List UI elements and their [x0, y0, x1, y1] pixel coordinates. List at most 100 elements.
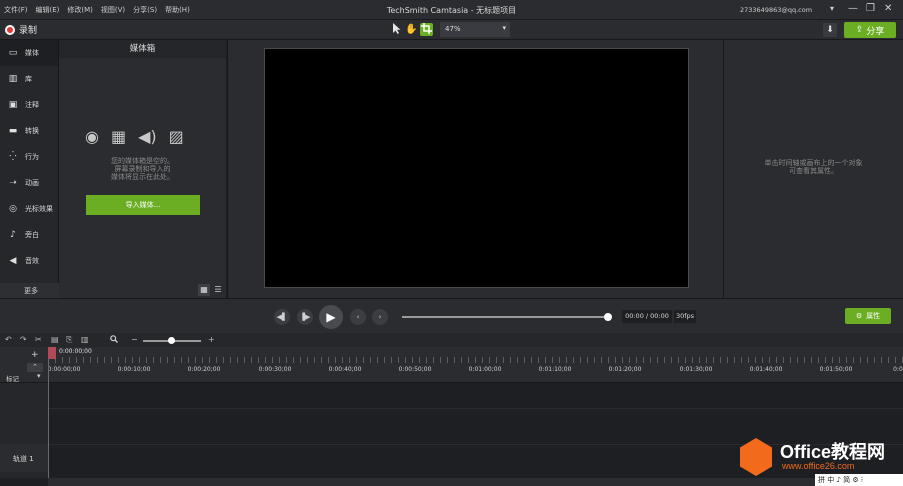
collapse-icon[interactable]: ⌃	[27, 363, 43, 372]
empty-line: 您的媒体箱是空的。	[111, 157, 174, 165]
sidebar-item-label: 注释	[25, 101, 39, 109]
share-label: 分享	[866, 26, 885, 37]
watermark: Office教程网 www.office26.com	[740, 438, 900, 478]
zoom-value: 47%	[445, 25, 461, 33]
empty-line: 单击时间轴或画布上的一个对象	[764, 159, 863, 167]
marker-dropdown-icon[interactable]: ▾	[37, 372, 41, 380]
fps-display: 30fps	[674, 310, 696, 323]
title-bar: 文件(F) 编辑(E) 修改(M) 视图(V) 分享(S) 帮助(H) Tech…	[0, 0, 903, 20]
sidebar-item-label: 转换	[25, 127, 39, 135]
crop-tool-icon[interactable]	[420, 23, 433, 36]
image-icon: ▨	[168, 127, 184, 146]
copy-icon[interactable]: ▤	[51, 335, 59, 344]
zoom-icon	[110, 335, 118, 345]
playhead-line	[48, 347, 49, 478]
canvas-area	[227, 40, 724, 298]
zoom-out-icon[interactable]: −	[131, 335, 138, 344]
animation-icon: ➝	[9, 178, 17, 188]
sidebar-item-media[interactable]: ▭ 媒体	[0, 40, 58, 66]
account-dropdown-icon[interactable]: ▾	[830, 4, 834, 13]
select-tool-icon[interactable]	[390, 23, 403, 36]
list-view-icon[interactable]: ☰	[212, 284, 224, 296]
sidebar-item-voice-narration[interactable]: ♪ 旁白	[0, 222, 58, 248]
record-button[interactable]: 录制	[5, 23, 37, 36]
microphone-icon: ♪	[10, 230, 16, 240]
sidebar-item-behaviors[interactable]: ⁛ 行为	[0, 144, 58, 170]
timeline-scrollbar[interactable]	[48, 478, 903, 486]
sidebar-item-annotations[interactable]: ▣ 注释	[0, 92, 58, 118]
properties-button[interactable]: ⚙ 属性	[845, 308, 891, 324]
account-name[interactable]: 2733649863@qq.com	[740, 6, 812, 14]
download-icon[interactable]: ⬇	[823, 23, 837, 37]
media-type-icons: ◉ ▦ ◀) ▨	[85, 127, 184, 146]
transition-icon: ▬	[8, 126, 18, 136]
chevron-down-icon: ▾	[502, 24, 506, 32]
paste-icon[interactable]: ⎘	[66, 335, 72, 345]
media-bin-panel: 媒体箱 ◉ ▦ ◀) ▨ 您的媒体箱是空的。 屏幕录制和导入的 媒体将显示在此处…	[59, 40, 226, 298]
add-track-icon[interactable]: +	[31, 350, 39, 360]
close-button[interactable]: ✕	[884, 3, 892, 14]
empty-line: 屏幕录制和导入的	[114, 165, 171, 173]
playhead-handle[interactable]	[48, 347, 56, 359]
sidebar-item-transitions[interactable]: ▬ 转换	[0, 118, 58, 144]
sidebar-item-cursor-effects[interactable]: ◎ 光标效果	[0, 196, 58, 222]
behavior-icon: ⁛	[9, 152, 17, 162]
library-icon: ▥	[8, 74, 18, 84]
timeline-zoom-handle[interactable]	[168, 337, 175, 344]
media-icon: ▭	[8, 48, 18, 58]
speaker-icon: ◀	[9, 256, 17, 266]
record-label: 录制	[19, 26, 38, 36]
scrubber-handle[interactable]	[604, 313, 612, 321]
sidebar-item-label: 旁白	[25, 231, 39, 239]
sidebar-item-label: 行为	[25, 153, 39, 161]
watermark-url: www.office26.com	[782, 461, 855, 471]
playhead-time: 0:00:00;00	[59, 348, 92, 355]
media-bin-title: 媒体箱	[59, 40, 226, 58]
zoom-select[interactable]: 47% ▾	[440, 22, 510, 37]
sidebar-item-animations[interactable]: ➝ 动画	[0, 170, 58, 196]
redo-icon[interactable]: ↷	[20, 335, 27, 344]
tools-sidebar: ▭ 媒体 ▥ 库 ▣ 注释 ▬ 转换 ⁛ 行为 ➝ 动画 ◎ 光标效果 ♪ 旁白…	[0, 40, 59, 298]
grid-view-icon[interactable]: ▦	[198, 284, 210, 296]
playback-bar: ◀▌ ▐▶ ▶ ‹ › 00:00 / 00:00 30fps ⚙ 属性	[0, 298, 903, 333]
sidebar-item-library[interactable]: ▥ 库	[0, 66, 58, 92]
step-back-icon[interactable]: ◀▌	[274, 309, 290, 325]
sidebar-item-label: 光标效果	[25, 205, 53, 213]
ime-toolbar[interactable]: 拼 中 ♪ 简 ⚙ ⁝	[815, 474, 903, 486]
properties-empty-message: 单击时间轴或画布上的一个对象 可查看其属性。	[724, 159, 903, 175]
track-1-label: 轨道 1	[13, 455, 34, 463]
ruler-ticks	[48, 357, 903, 363]
previous-clip-icon[interactable]: ‹	[350, 309, 366, 325]
undo-icon[interactable]: ↶	[5, 335, 12, 344]
preview-canvas[interactable]	[264, 48, 689, 288]
restore-button[interactable]: ❐	[866, 3, 875, 14]
share-button[interactable]: ⇪ 分享	[844, 22, 896, 38]
sidebar-item-label: 媒体	[25, 49, 39, 57]
media-empty-message: 您的媒体箱是空的。 屏幕录制和导入的 媒体将显示在此处。	[59, 157, 226, 181]
more-button[interactable]: 更多	[24, 286, 38, 296]
empty-line: 媒体将显示在此处。	[111, 173, 174, 181]
annotation-icon: ▣	[8, 100, 18, 110]
import-media-button[interactable]: 导入媒体...	[86, 195, 200, 215]
empty-line: 可查看其属性。	[789, 167, 838, 175]
step-forward-icon[interactable]: ▐▶	[297, 309, 313, 325]
timecode-display: 00:00 / 00:00	[622, 310, 672, 323]
marker-label: 标记	[6, 375, 19, 383]
sidebar-item-audio-effects[interactable]: ◀ 音效	[0, 248, 58, 274]
cursor-effect-icon: ◎	[9, 204, 17, 214]
scrubber-track[interactable]	[402, 316, 608, 318]
timeline-toolbar: ↶ ↷ ✂ ▤ ⎘ ▥ − +	[0, 333, 903, 347]
sidebar-item-label: 动画	[25, 179, 39, 187]
pan-tool-icon[interactable]: ✋	[405, 23, 418, 36]
zoom-in-icon[interactable]: +	[208, 335, 215, 344]
next-clip-icon[interactable]: ›	[372, 309, 388, 325]
audio-icon: ◀)	[138, 127, 157, 146]
sidebar-item-label: 音效	[25, 257, 39, 265]
split-icon[interactable]: ▥	[81, 335, 89, 344]
share-icon: ⇪	[855, 25, 864, 35]
cut-icon[interactable]: ✂	[35, 335, 42, 344]
sidebar-item-label: 库	[25, 75, 32, 83]
play-icon[interactable]: ▶	[319, 305, 343, 329]
record-icon	[5, 24, 15, 35]
minimize-button[interactable]: —	[848, 3, 858, 14]
